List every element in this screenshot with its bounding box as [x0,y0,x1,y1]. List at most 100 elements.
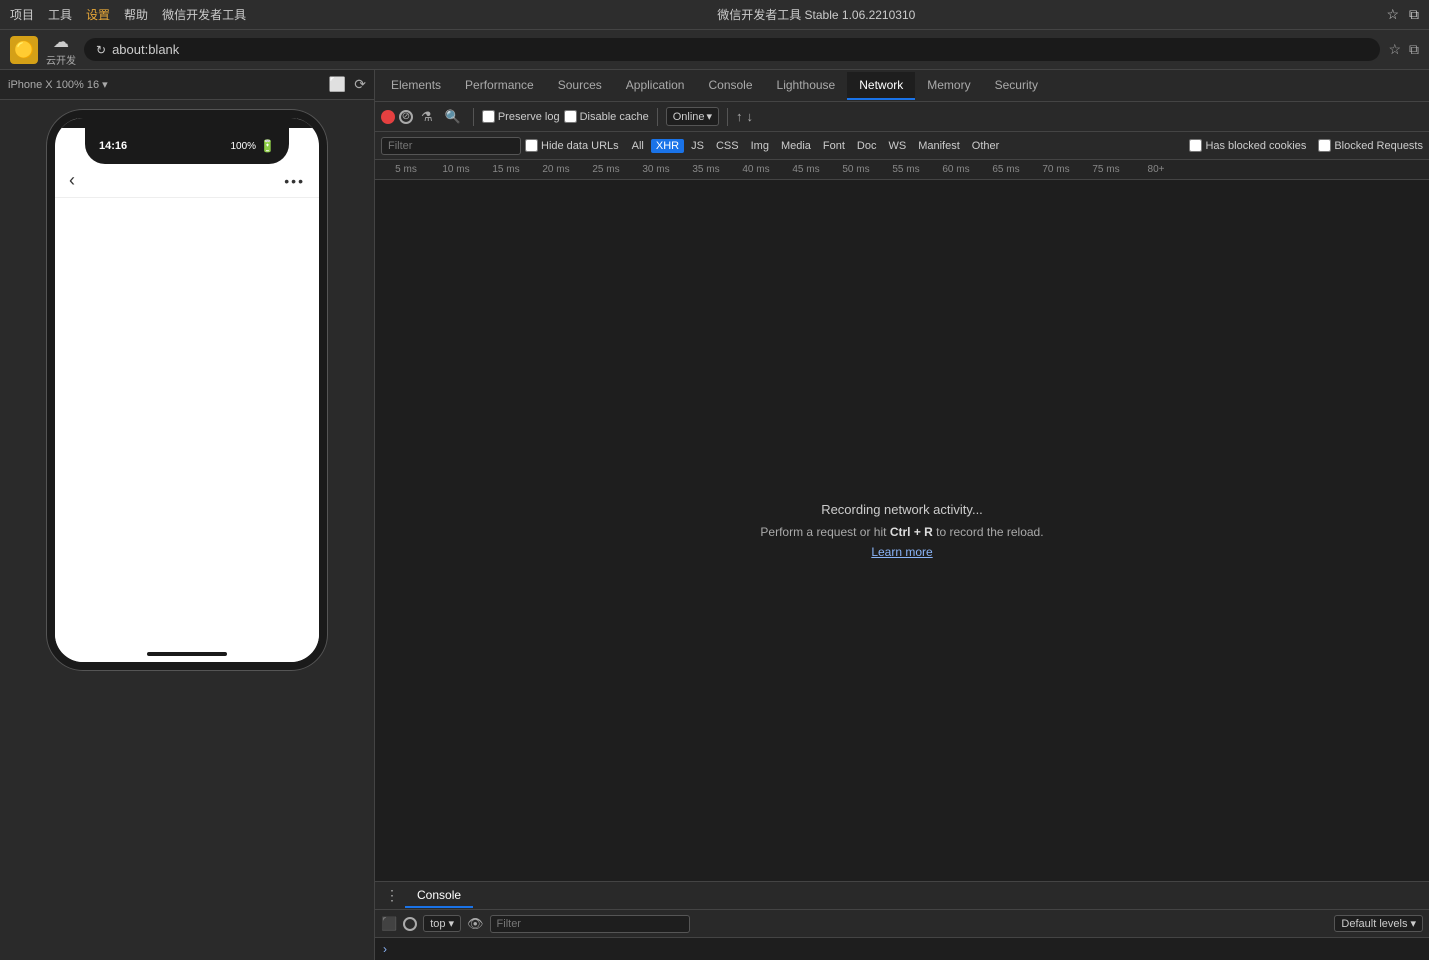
console-panel: ⋮ Console ⬛ top ▾ 👁 Default levels ▾ [375,881,1429,960]
default-levels-label: Default levels [1341,918,1407,930]
menu-project[interactable]: 项目 [10,6,34,23]
filter-tag-font[interactable]: Font [818,139,850,153]
download-icon[interactable]: ↓ [747,109,754,124]
console-sidebar-button[interactable]: ⬛ [381,916,397,932]
console-eye-button[interactable]: 👁 [467,916,484,932]
search-icon-button[interactable]: 🔍 [441,107,465,127]
filter-input[interactable] [388,140,514,152]
filter-tag-ws[interactable]: WS [883,139,911,153]
filter-tag-doc[interactable]: Doc [852,139,882,153]
disable-cache-label[interactable]: Disable cache [564,110,649,123]
phone-frame-area: 14:16 100% 🔋 ‹ ••• [0,100,374,960]
tab-sources[interactable]: Sources [546,72,614,100]
has-blocked-label[interactable]: Has blocked cookies [1189,139,1306,152]
recording-end: to record the reload. [936,525,1043,539]
menu-settings[interactable]: 设置 [86,6,110,23]
tab-console-top[interactable]: Console [696,72,764,100]
recording-sub: Perform a request or hit Ctrl + R to rec… [760,525,1043,539]
throttle-arrow: ▾ [707,110,713,123]
device-label[interactable]: iPhone X 100% 16 ▾ [8,78,108,91]
tab-console[interactable]: Console [405,884,473,908]
throttle-select[interactable]: Online ▾ [666,107,719,126]
star-icon[interactable]: ☆ [1386,6,1399,23]
title-bar: 项目 工具 设置 帮助 微信开发者工具 微信开发者工具 Stable 1.06.… [0,0,1429,30]
default-levels-arrow: ▾ [1410,917,1416,930]
address-bar-actions[interactable]: ☆ ⧉ [1388,41,1419,58]
main-layout: iPhone X 100% 16 ▾ ⬜ ⟳ 14:16 100% 🔋 [0,70,1429,960]
upload-icon[interactable]: ↑ [736,109,743,124]
filter-tag-all[interactable]: All [627,139,649,153]
console-tabs[interactable]: ⋮ Console [375,882,1429,910]
filter-tag-other[interactable]: Other [967,139,1005,153]
devtools-tabs[interactable]: Elements Performance Sources Application… [375,70,1429,102]
disable-cache-checkbox[interactable] [564,110,577,123]
menu-tools[interactable]: 工具 [48,6,72,23]
network-toolbar: ⊘ ⚗ 🔍 Preserve log Disable cache Online … [375,102,1429,132]
tab-elements[interactable]: Elements [379,72,453,100]
ruler-tick-10: 50 ms [831,164,881,175]
url-input[interactable] [112,42,1368,57]
tab-lighthouse[interactable]: Lighthouse [765,72,848,100]
tab-security[interactable]: Security [983,72,1050,100]
filter-tag-js[interactable]: JS [686,139,709,153]
ruler-tick-3: 15 ms [481,164,531,175]
phone-more-button[interactable]: ••• [284,173,305,189]
filter-input-wrap[interactable] [381,137,521,155]
recording-sub-text: Perform a request or hit [760,525,889,539]
hide-data-label[interactable]: Hide data URLs [525,139,619,152]
filter-icon-button[interactable]: ⚗ [417,107,437,127]
ruler-tick-12: 60 ms [931,164,981,175]
ruler-tick-1: 5 ms [381,164,431,175]
tab-memory[interactable]: Memory [915,72,982,100]
title-bar-menu[interactable]: 项目 工具 设置 帮助 微信开发者工具 [10,6,246,23]
ruler-tick-2: 10 ms [431,164,481,175]
blocked-requests-checkbox[interactable] [1318,139,1331,152]
filter-tag-css[interactable]: CSS [711,139,744,153]
tab-performance[interactable]: Performance [453,72,546,100]
default-levels-select[interactable]: Default levels ▾ [1334,915,1423,932]
console-content: › [375,938,1429,960]
url-bar[interactable]: ↻ [84,38,1380,61]
filter-tag-img[interactable]: Img [746,139,774,153]
console-menu-button[interactable]: ⋮ [379,887,405,904]
cloud-dev-button[interactable]: ☁ 云开发 [46,32,76,67]
clear-button[interactable]: ⊘ [399,110,413,124]
window-icon[interactable]: ⧉ [1409,41,1419,58]
tab-application[interactable]: Application [614,72,697,100]
console-prompt[interactable]: › [383,942,1421,956]
preserve-log-label[interactable]: Preserve log [482,110,560,123]
title-bar-actions[interactable]: ☆ ⧉ [1386,6,1419,23]
logo-emoji: 🟡 [14,40,34,60]
menu-help[interactable]: 帮助 [124,6,148,23]
console-filter-input[interactable] [490,915,690,933]
recording-text: Recording network activity... [821,502,983,517]
filter-tag-manifest[interactable]: Manifest [913,139,965,153]
phone-screen-icon[interactable]: ⬜ [329,76,346,93]
learn-more-link[interactable]: Learn more [871,545,932,559]
console-context-select[interactable]: top ▾ [423,915,461,932]
filter-tag-media[interactable]: Media [776,139,816,153]
phone-rotate-icon[interactable]: ⟳ [354,76,366,93]
tab-network[interactable]: Network [847,72,915,100]
blocked-requests-label[interactable]: Blocked Requests [1318,139,1423,152]
has-blocked-checkbox[interactable] [1189,139,1202,152]
ruler-tick-5: 25 ms [581,164,631,175]
hide-data-checkbox[interactable] [525,139,538,152]
refresh-icon[interactable]: ↻ [96,43,106,57]
layers-icon[interactable]: ⧉ [1409,6,1419,23]
console-clear-button[interactable] [403,917,417,931]
filter-tags[interactable]: All XHR JS CSS Img Media Font Doc WS Man… [627,139,1005,153]
preserve-log-text: Preserve log [498,111,560,123]
phone-top-bar-icons[interactable]: ⬜ ⟳ [329,76,366,93]
phone-nav-bar: ‹ ••• [55,164,319,198]
phone-back-button[interactable]: ‹ [69,170,75,191]
preserve-log-checkbox[interactable] [482,110,495,123]
filter-tag-xhr[interactable]: XHR [651,139,684,153]
address-bar: 🟡 ☁ 云开发 ↻ ☆ ⧉ [0,30,1429,70]
ruler-tick-16: 80+ [1131,164,1181,175]
record-button[interactable] [381,110,395,124]
menu-wechat[interactable]: 微信开发者工具 [162,6,246,23]
phone-time: 14:16 [99,140,127,152]
filter-bar: Hide data URLs All XHR JS CSS Img Media … [375,132,1429,160]
bookmark-icon[interactable]: ☆ [1388,41,1401,58]
